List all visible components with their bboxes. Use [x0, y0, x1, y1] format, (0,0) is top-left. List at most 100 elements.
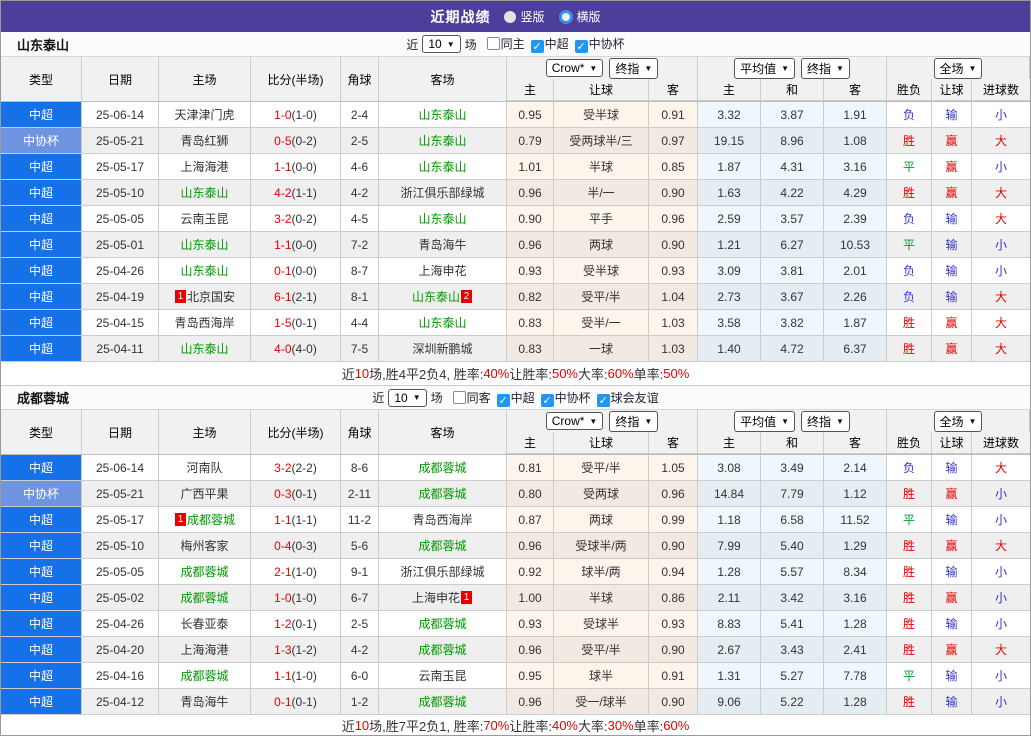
- avg-draw-odds-cell: 5.27: [761, 663, 824, 688]
- corner-cell: 2-5: [341, 128, 379, 153]
- away-team-cell: 成都蓉城: [379, 637, 507, 662]
- handicap-result-cell: 输: [932, 232, 972, 257]
- handicap-result-cell: 输: [932, 663, 972, 688]
- fulltime-score: 0-4: [274, 538, 292, 553]
- date-cell: 25-04-26: [82, 258, 159, 283]
- red-card-badge: 2: [461, 290, 472, 303]
- corner-cell: 4-4: [341, 310, 379, 335]
- column-subheader: 客: [649, 79, 698, 101]
- avg-home-odds-cell: 14.84: [698, 481, 761, 506]
- summary-text: 10: [354, 717, 370, 733]
- summary-text: 近: [341, 367, 355, 382]
- handicap-line-cell: 受一/球半: [554, 689, 649, 714]
- date-cell: 25-05-02: [82, 585, 159, 610]
- handicap-line-cell: 半球: [554, 154, 649, 179]
- goals-result-cell: 大: [994, 643, 1007, 657]
- checkbox-unchecked[interactable]: [486, 37, 500, 50]
- header-dropdown-select[interactable]: 终指 ▼: [801, 410, 850, 432]
- fulltime-score: 4-2: [274, 185, 292, 200]
- radio-selected-icon[interactable]: [558, 9, 573, 24]
- score-cell: 1-1 (0-0): [251, 154, 341, 179]
- halftime-score: (0-0): [291, 237, 317, 252]
- corner-cell: 2-5: [341, 611, 379, 636]
- team-link: 成都蓉城: [180, 565, 229, 579]
- dropdown-value: 平均值: [740, 414, 777, 429]
- score-cell: 3-2 (2-2): [251, 455, 341, 480]
- table-row: 中超 25-04-11 山东泰山 4-0 (4-0) 7-5 深圳新鹏城 0.83 一球 1.03…: [1, 336, 1030, 362]
- date-cell: 25-04-15: [82, 310, 159, 335]
- header-dropdown-select[interactable]: 平均值 ▼: [734, 57, 795, 79]
- header-dropdown-select[interactable]: Crow* ▼: [545, 412, 604, 430]
- table-row: 中超 25-05-10 山东泰山 4-2 (1-1) 4-2 浙江俱乐部绿城 0.96 半/一 0…: [1, 180, 1030, 206]
- chevron-down-icon: ▼: [589, 416, 598, 426]
- match-type-cell: 中超: [1, 154, 82, 179]
- header-dropdown-select[interactable]: 终指 ▼: [609, 410, 659, 432]
- avg-draw-odds-cell: 3.87: [761, 102, 824, 127]
- avg-away-odds-cell: 3.16: [824, 154, 887, 179]
- date-cell: 25-04-26: [82, 611, 159, 636]
- away-team-cell: 上海申花: [379, 258, 507, 283]
- corner-cell: 2-11: [341, 481, 379, 506]
- fulltime-score: 3-2: [274, 211, 292, 226]
- checkbox-checked[interactable]: ✓: [540, 393, 554, 407]
- header-dropdown-select[interactable]: 终指 ▼: [609, 57, 659, 79]
- handicap-home-odds-cell: 0.96: [507, 637, 554, 662]
- header-dropdown-select[interactable]: 全场 ▼: [933, 410, 983, 432]
- summary-text: 让胜率:: [509, 718, 552, 734]
- match-type-cell: 中超: [1, 559, 82, 584]
- summary-text: 大率:: [578, 718, 608, 734]
- chevron-down-icon: ▼: [836, 63, 844, 73]
- goals-result-cell: 大: [994, 539, 1007, 553]
- layout-radio-vertical[interactable]: 竖版: [504, 8, 545, 25]
- halftime-score: (1-1): [291, 512, 317, 527]
- score-cell: 0-1 (0-1): [251, 689, 341, 714]
- avg-home-odds-cell: 3.58: [698, 310, 761, 335]
- score-cell: 1-2 (0-1): [251, 611, 341, 636]
- checkbox-checked[interactable]: ✓: [530, 40, 544, 53]
- recent-count-select[interactable]: 10 ▼: [422, 35, 461, 53]
- checkbox-unchecked[interactable]: [452, 390, 466, 404]
- radio-unselected-icon[interactable]: [504, 10, 517, 23]
- halftime-score: (1-0): [291, 107, 317, 122]
- handicap-away-odds-cell: 0.99: [649, 507, 698, 532]
- recent-count-select[interactable]: 10 ▼: [388, 388, 427, 407]
- corner-cell: 8-1: [341, 284, 379, 309]
- checkbox-label: 同客: [466, 390, 491, 405]
- table-body: 中超 25-06-14 天津津门虎 1-0 (1-0) 2-4 山东泰山 0.95 受半球 0.9…: [1, 102, 1030, 362]
- layout-radio-horizontal[interactable]: 横版: [558, 8, 601, 25]
- handicap-away-odds-cell: 0.91: [649, 663, 698, 688]
- checkbox-label: 中超: [510, 390, 535, 405]
- halftime-score: (2-2): [291, 460, 317, 475]
- handicap-home-odds-cell: 1.01: [507, 154, 554, 179]
- avg-draw-odds-cell: 6.58: [761, 507, 824, 532]
- header-dropdown-select[interactable]: 全场 ▼: [933, 57, 983, 79]
- away-team-cell: 云南玉昆: [379, 663, 507, 688]
- away-team-cell: 山东泰山: [379, 206, 507, 231]
- handicap-result-cell: 输: [932, 258, 972, 283]
- date-cell: 25-05-21: [82, 481, 159, 506]
- away-team-cell: 山东泰山: [379, 128, 507, 153]
- team-link: 山东泰山: [418, 316, 467, 330]
- handicap-home-odds-cell: 0.92: [507, 559, 554, 584]
- chevron-down-icon: ▼: [412, 393, 421, 402]
- match-type-cell: 中超: [1, 533, 82, 558]
- halftime-score: (0-1): [291, 486, 317, 501]
- match-type-cell: 中超: [1, 663, 82, 688]
- match-type-cell: 中超: [1, 232, 82, 257]
- checkbox-checked[interactable]: ✓: [496, 393, 510, 407]
- checkbox-checked[interactable]: ✓: [574, 40, 588, 53]
- radio-label: 横版: [576, 10, 601, 24]
- header-dropdown-select[interactable]: Crow* ▼: [545, 59, 604, 77]
- handicap-away-odds-cell: 0.96: [649, 206, 698, 231]
- summary-text: 场,胜4平2负4, 胜率:: [369, 367, 484, 382]
- result-cell: 胜: [887, 336, 932, 361]
- red-card-badge: 1: [174, 290, 186, 303]
- header-dropdown-select[interactable]: 终指 ▼: [801, 57, 850, 79]
- date-cell: 25-05-01: [82, 232, 159, 257]
- column-subheader: 主: [507, 432, 554, 454]
- halftime-score: (0-0): [291, 159, 317, 174]
- recent-results-panel: 近期战绩 竖版 横版 山东泰山 近 10 ▼ 场 同主 ✓ 中超 ✓ 中协杯 类型 日期主…: [0, 0, 1031, 736]
- home-team-cell: 长春亚泰: [159, 611, 251, 636]
- checkbox-checked[interactable]: ✓: [596, 393, 610, 407]
- header-dropdown-select[interactable]: 平均值 ▼: [734, 410, 795, 432]
